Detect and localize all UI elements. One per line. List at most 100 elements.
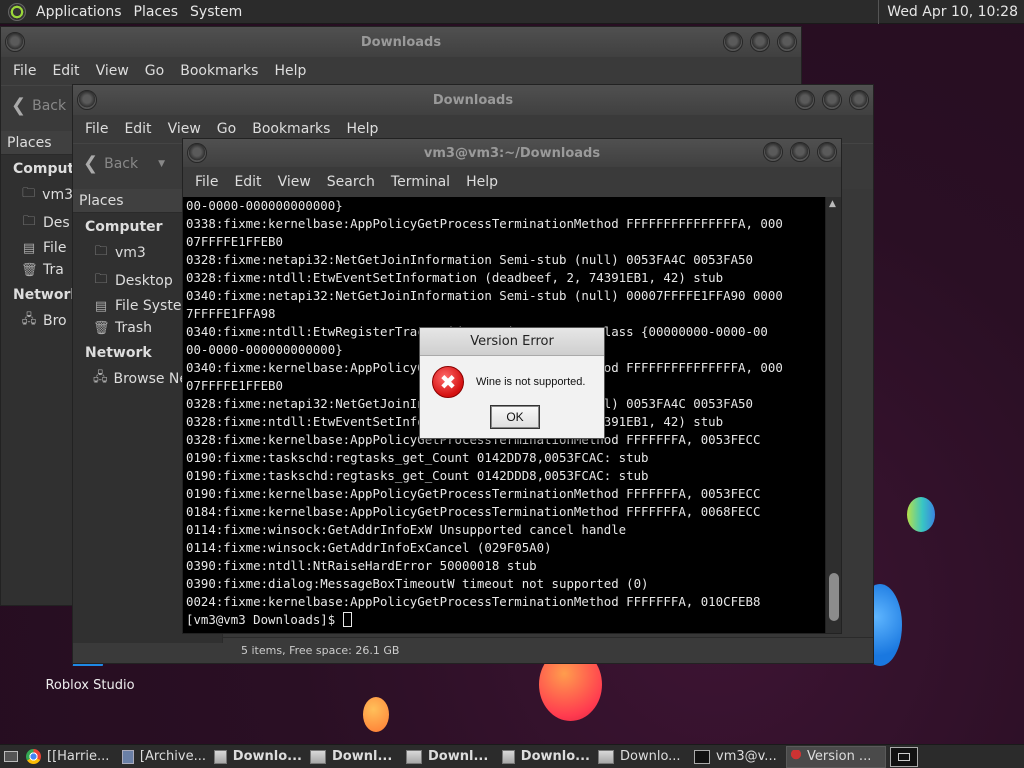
taskbar-item[interactable]: Downlo... <box>594 746 690 768</box>
terminal-prompt[interactable]: [vm3@vm3 Downloads]$ <box>186 611 827 629</box>
clock[interactable]: Wed Apr 10, 10:28 <box>878 0 1024 24</box>
back-label: Back <box>104 155 139 172</box>
menu-search[interactable]: Search <box>319 174 383 190</box>
window-menu-icon[interactable] <box>77 90 97 110</box>
maximize-button[interactable] <box>822 90 842 110</box>
wallpaper-teal-blob <box>907 497 935 532</box>
sidebar-item-browse-network[interactable]: 🖧 Bro <box>1 307 73 335</box>
menu-file[interactable]: File <box>187 174 226 190</box>
maximize-button[interactable] <box>750 32 770 52</box>
version-error-dialog: Version Error ✖ Wine is not supported. O… <box>419 327 605 439</box>
show-desktop-button[interactable] <box>0 746 22 768</box>
desktop-folder-icon: 🗀 <box>94 272 108 287</box>
menu-go[interactable]: Go <box>137 63 172 79</box>
window-titlebar[interactable]: Downloads <box>73 85 873 115</box>
menu-help[interactable]: Help <box>458 174 506 190</box>
window-title: vm3@vm3:~/Downloads <box>423 145 601 161</box>
back-button[interactable]: ❮ Back ▼ <box>83 153 165 174</box>
sidebar-section-computer: Compute <box>13 161 84 177</box>
places-selector[interactable]: Places <box>1 131 73 155</box>
terminal-line: 00-0000-000000000000} <box>186 198 343 213</box>
terminal-line: 07FFFFE1FFEB0 <box>186 234 283 249</box>
taskbar-item[interactable]: Downl... <box>402 746 498 768</box>
menu-edit[interactable]: Edit <box>44 63 87 79</box>
menu-edit[interactable]: Edit <box>116 121 159 137</box>
menu-terminal[interactable]: Terminal <box>383 174 458 190</box>
terminal-line: 0328:fixme:ntdll:EtwEventSetInformation … <box>186 270 724 285</box>
menu-bookmarks[interactable]: Bookmarks <box>244 121 338 137</box>
show-desktop-icon <box>4 751 18 762</box>
maximize-button[interactable] <box>790 142 810 162</box>
ok-button[interactable]: OK <box>490 405 540 429</box>
taskbar-item[interactable]: Downl... <box>306 746 402 768</box>
scroll-up-icon[interactable]: ▲ <box>829 199 836 209</box>
desktop-folder-icon: 🗀 <box>22 214 36 229</box>
folder-icon <box>502 749 515 764</box>
taskbar-item[interactable]: Downlo... <box>498 746 594 768</box>
sidebar-item-filesystem[interactable]: ▤ File <box>1 237 73 259</box>
folder-icon <box>310 749 326 764</box>
menu-bookmarks[interactable]: Bookmarks <box>172 63 266 79</box>
applications-menu[interactable]: Applications <box>30 0 128 24</box>
taskbar-item[interactable]: Version ... <box>786 745 886 768</box>
terminal-line: 0190:fixme:taskschd:regtasks_get_Count 0… <box>186 450 649 465</box>
menu-file[interactable]: File <box>77 121 116 137</box>
window-titlebar[interactable]: Downloads <box>1 27 801 57</box>
terminal-line: 0190:fixme:kernelbase:AppPolicyGetProces… <box>186 486 761 501</box>
menu-go[interactable]: Go <box>209 121 244 137</box>
home-folder-icon: 🗀 <box>22 186 36 201</box>
home-folder-icon: 🗀 <box>94 244 108 259</box>
menu-view[interactable]: View <box>270 174 319 190</box>
terminal-scrollbar[interactable]: ▲ <box>825 197 841 633</box>
sidebar-section-network: Network <box>13 287 80 303</box>
menu-file[interactable]: File <box>5 63 44 79</box>
places-menu[interactable]: Places <box>128 0 185 24</box>
window-menu-icon[interactable] <box>5 32 25 52</box>
terminal-line: 0390:fixme:dialog:MessageBoxTimeoutW tim… <box>186 576 649 591</box>
menu-view[interactable]: View <box>88 63 137 79</box>
back-button[interactable]: ❮ Back <box>11 95 66 116</box>
workspace-switcher[interactable] <box>890 746 918 767</box>
dialog-body: ✖ Wine is not supported. <box>432 366 585 398</box>
terminal-icon <box>694 749 710 764</box>
close-button[interactable] <box>817 142 837 162</box>
taskbar-item-label: Downlo... <box>232 749 302 764</box>
sidebar-item-label: Des <box>43 215 70 231</box>
minimize-button[interactable] <box>795 90 815 110</box>
sidebar-item-label: vm3 <box>42 187 73 203</box>
minimize-button[interactable] <box>763 142 783 162</box>
taskbar-item[interactable]: [[Harrie... <box>22 746 118 768</box>
menubar: File Edit View Search Terminal Help <box>183 167 841 197</box>
menu-help[interactable]: Help <box>266 63 314 79</box>
sidebar: Places Compute 🗀 vm3 🗀 Des ▤ File 🗑 Tra Netw… <box>1 131 84 605</box>
menu-view[interactable]: View <box>160 121 209 137</box>
sidebar-item-label: Tra <box>43 262 64 278</box>
window-titlebar[interactable]: vm3@vm3:~/Downloads <box>183 139 841 167</box>
minimize-button[interactable] <box>723 32 743 52</box>
scrollbar-thumb[interactable] <box>829 573 839 621</box>
task-list: [[Harrie... [Archive... Downlo... Downl... D… <box>22 745 886 768</box>
taskbar-item[interactable]: Downlo... <box>210 746 306 768</box>
back-dropdown-icon[interactable]: ▼ <box>158 159 165 169</box>
sidebar-item-home[interactable]: 🗀 vm3 <box>1 181 73 209</box>
dialog-title[interactable]: Version Error <box>420 328 604 356</box>
wine-icon <box>791 749 801 764</box>
taskbar-item[interactable]: vm3@v... <box>690 746 786 768</box>
network-icon: 🖧 <box>93 370 108 385</box>
error-icon: ✖ <box>432 366 464 398</box>
taskbar-item[interactable]: [Archive... <box>118 746 210 768</box>
menu-help[interactable]: Help <box>338 121 386 137</box>
sidebar-item-desktop[interactable]: 🗀 Des <box>1 209 73 237</box>
back-arrow-icon: ❮ <box>11 95 27 116</box>
close-button[interactable] <box>849 90 869 110</box>
main-menu: Applications Places System <box>0 0 248 24</box>
distro-logo-icon[interactable] <box>8 2 26 21</box>
sidebar-item-label: Trash <box>115 320 152 336</box>
taskbar-item-label: Downl... <box>332 749 393 764</box>
menu-edit[interactable]: Edit <box>226 174 269 190</box>
system-menu[interactable]: System <box>184 0 248 24</box>
close-button[interactable] <box>777 32 797 52</box>
workspace-icon <box>898 752 910 761</box>
sidebar-item-trash[interactable]: 🗑 Tra <box>1 259 73 281</box>
window-menu-icon[interactable] <box>187 143 207 163</box>
